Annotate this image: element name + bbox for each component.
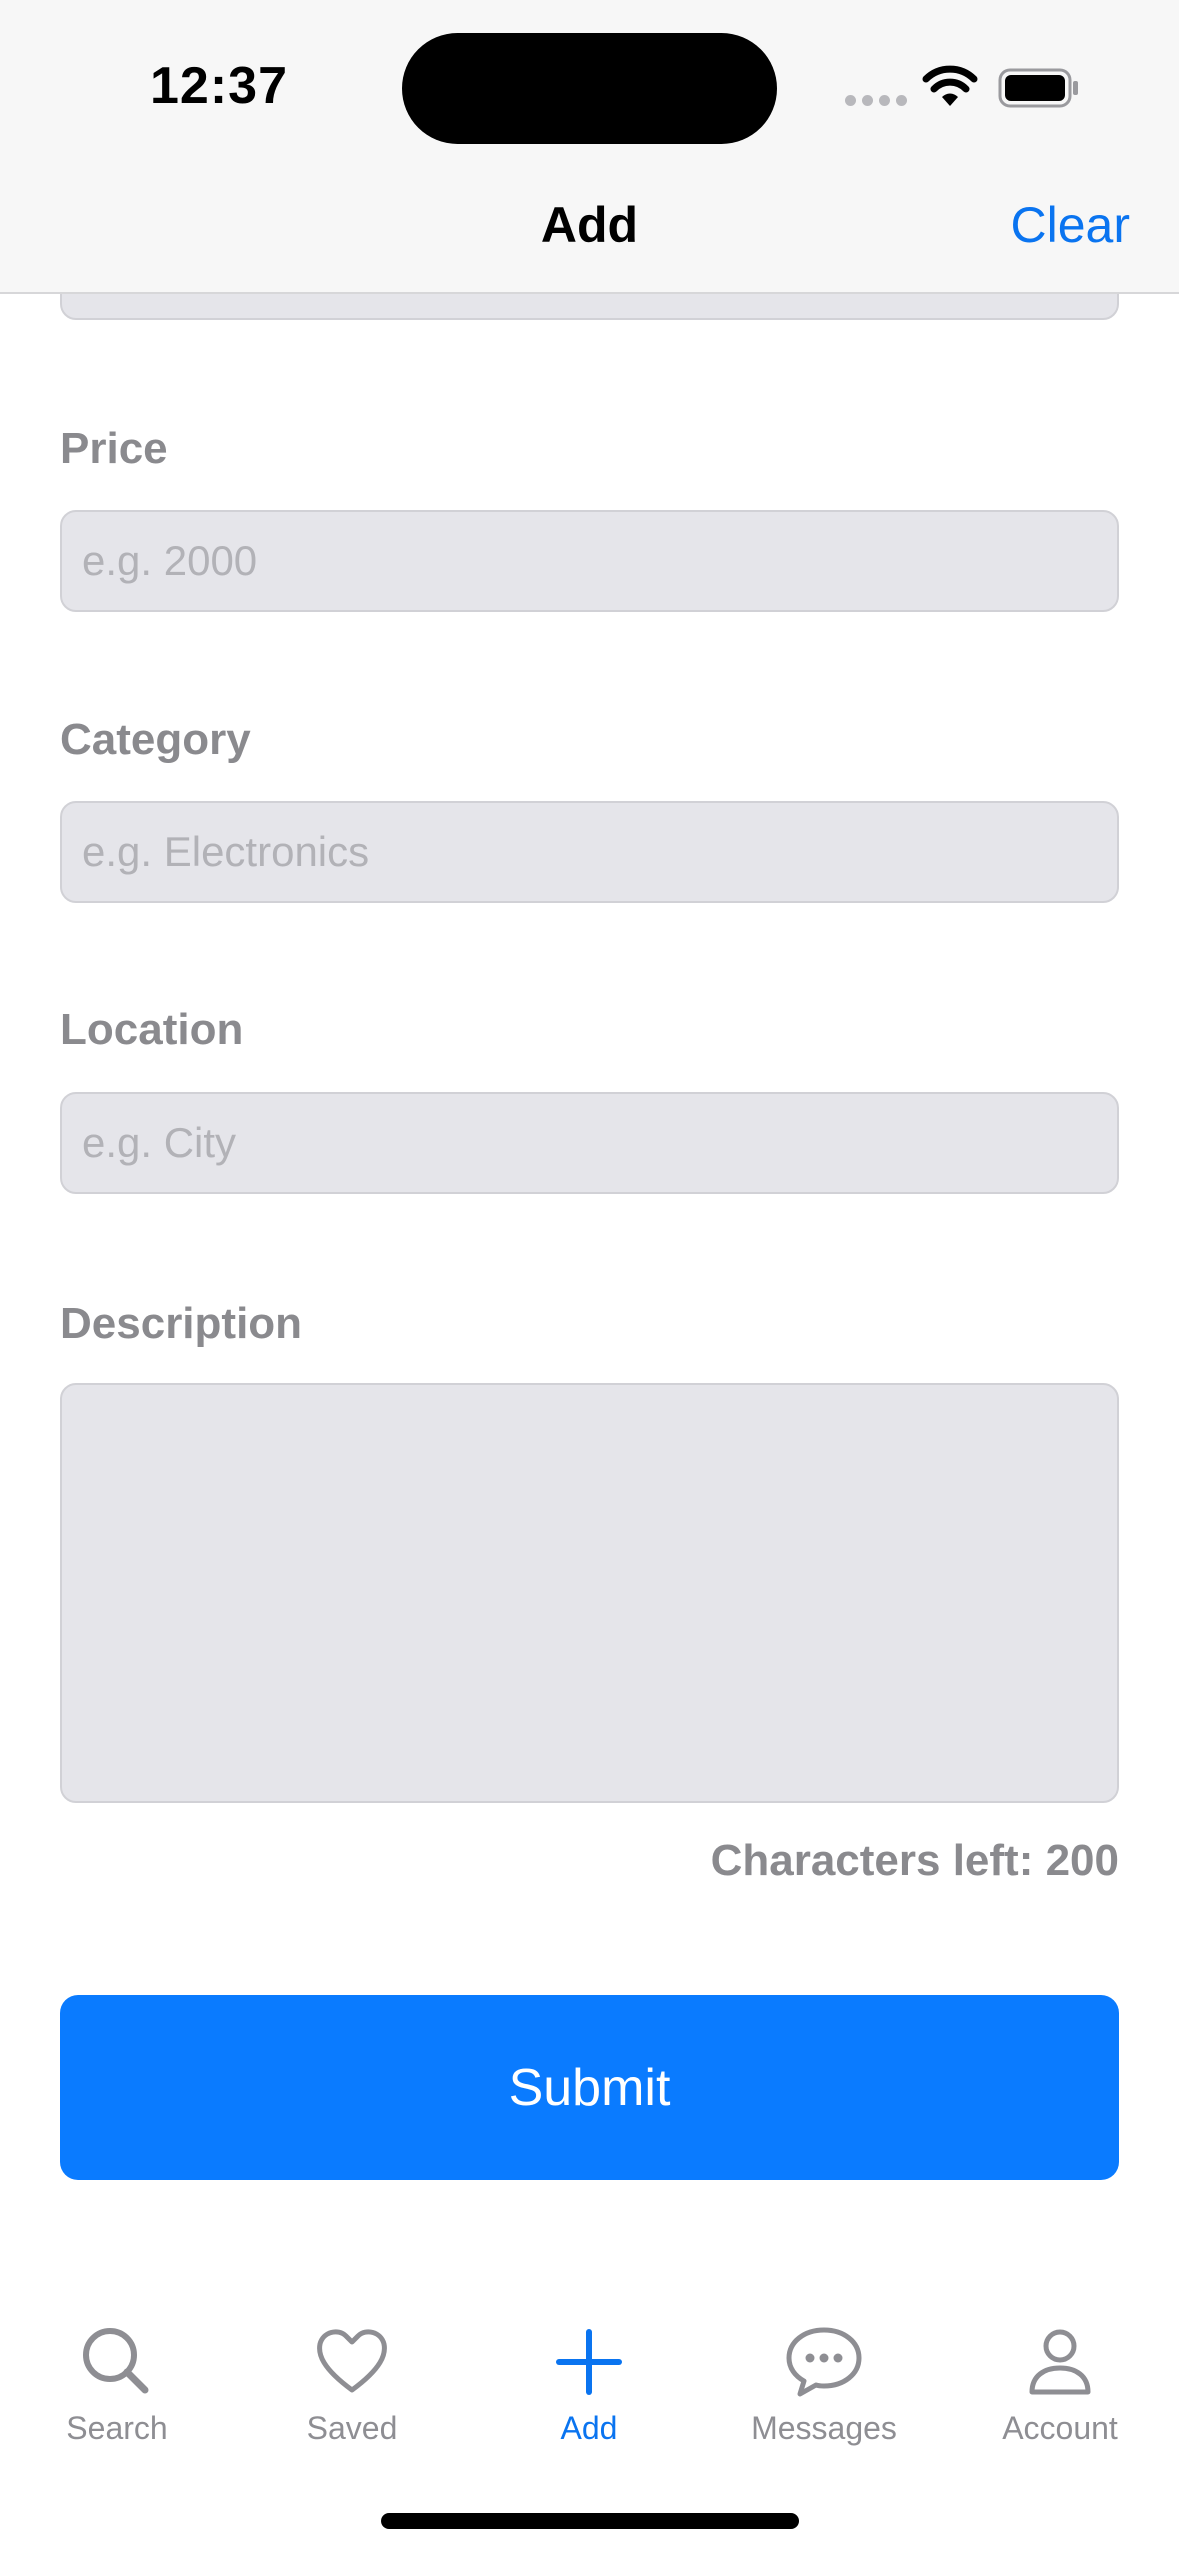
tab-add[interactable]: Add bbox=[489, 2322, 689, 2447]
location-label: Location bbox=[60, 1005, 244, 1054]
clear-button[interactable]: Clear bbox=[1011, 196, 1130, 254]
navigation-header: 12:37 Add Clear bbox=[0, 0, 1179, 294]
wifi-icon bbox=[922, 65, 978, 106]
tab-label-messages: Messages bbox=[751, 2410, 897, 2446]
description-label: Description bbox=[60, 1299, 303, 1348]
dynamic-island bbox=[402, 33, 777, 144]
tab-label-add: Add bbox=[560, 2410, 618, 2446]
person-icon bbox=[1029, 2329, 1091, 2395]
tab-messages[interactable]: Messages bbox=[724, 2322, 924, 2447]
chat-bubble-icon bbox=[786, 2327, 862, 2397]
tab-account[interactable]: Account bbox=[960, 2322, 1160, 2447]
category-input[interactable] bbox=[60, 801, 1119, 903]
characters-left-counter: Characters left: 200 bbox=[710, 1836, 1119, 1885]
category-label: Category bbox=[60, 715, 251, 764]
tab-saved[interactable]: Saved bbox=[252, 2322, 452, 2447]
description-textarea[interactable] bbox=[60, 1383, 1119, 1803]
battery-icon bbox=[998, 68, 1078, 108]
cellular-signal-icon bbox=[845, 95, 907, 106]
page-title: Add bbox=[540, 197, 639, 253]
tab-label-account: Account bbox=[1002, 2410, 1118, 2446]
tab-label-saved: Saved bbox=[306, 2410, 398, 2446]
location-input[interactable] bbox=[60, 1092, 1119, 1194]
tab-label-search: Search bbox=[66, 2410, 168, 2446]
home-indicator bbox=[381, 2513, 799, 2529]
tab-search[interactable]: Search bbox=[17, 2322, 217, 2447]
submit-button[interactable]: Submit bbox=[60, 1995, 1119, 2180]
heart-icon bbox=[317, 2329, 387, 2393]
price-input[interactable] bbox=[60, 510, 1119, 612]
price-label: Price bbox=[60, 424, 168, 473]
plus-icon bbox=[556, 2329, 622, 2395]
status-time: 12:37 bbox=[150, 57, 288, 115]
search-icon bbox=[83, 2328, 149, 2394]
add-listing-screen: Price Category Location Description Char… bbox=[0, 0, 1179, 2556]
